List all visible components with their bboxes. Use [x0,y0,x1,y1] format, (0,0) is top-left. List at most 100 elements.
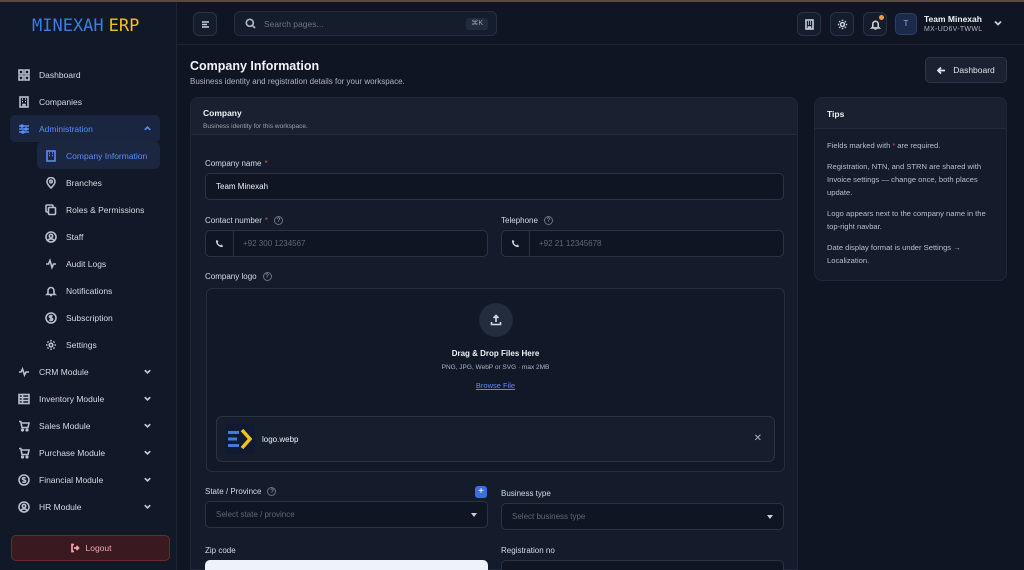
telephone-placeholder: +92 21 12345678 [539,239,602,248]
gear-icon [45,339,57,351]
sidebar-item-label: Inventory Module [39,393,105,404]
file-name: logo.webp [262,434,299,444]
help-icon[interactable]: ? [274,216,284,225]
coin-icon [45,311,57,324]
state-province-select[interactable]: Select state / province [205,501,488,528]
telephone-label: Telephone? [501,216,553,225]
sidebar-item-audit-logs[interactable]: Audit Logs [37,250,160,277]
business-type-label: Business type [501,489,551,498]
sidebar-item-administration[interactable]: Administration [10,115,160,142]
registration-no-input[interactable] [501,560,784,570]
uploaded-file-item: logo.webp ✕ [216,416,775,462]
sidebar-item-notifications[interactable]: Notifications [37,277,160,304]
tip-shared-settings: Registration, NTN, and STRN are shared w… [827,162,982,197]
chevron-down-icon [143,367,152,376]
chevron-down-icon [143,475,152,484]
cart-icon [18,447,30,459]
building-icon [18,95,30,108]
user-code: MX-UD6V-TWWL [924,26,983,33]
sidebar-item-companies[interactable]: Companies [10,88,160,115]
sidebar-item-label: Administration [39,123,93,134]
sidebar-item-roles-permissions[interactable]: Roles & Permissions [37,196,160,223]
business-type-select[interactable]: Select business type [501,503,784,530]
sidebar-item-staff[interactable]: Staff [37,223,160,250]
zip-code-input[interactable] [205,560,488,570]
required-mark: * [892,141,896,150]
sidebar-item-label: CRM Module [39,366,89,377]
logo-thumbnail [225,424,255,454]
sidebar-item-label: Roles & Permissions [66,204,145,215]
tip-text: are required. [897,141,941,150]
page-subtitle: Business identity and registration detai… [190,77,405,86]
company-switch-button[interactable] [797,12,821,36]
pin-icon [45,176,57,189]
sidebar-item-company-information[interactable]: Company Information [37,142,160,169]
sidebar-item-subscription[interactable]: Subscription [37,304,160,331]
copy-icon [45,203,57,216]
sidebar-item-settings[interactable]: Settings [37,331,160,358]
help-icon[interactable]: ? [267,487,277,496]
notifications-button[interactable] [863,12,887,36]
back-button-label: Dashboard [953,65,995,75]
user-menu[interactable]: T Team Minexah MX-UD6V-TWWL [895,11,1003,36]
tip-date-format: Date display format is under Settings → … [827,243,961,265]
chevron-up-icon [143,124,152,133]
theme-toggle-button[interactable] [830,12,854,36]
browse-file-link[interactable]: Browse File [207,381,784,390]
building-icon [804,18,814,30]
search-input[interactable]: Search pages... ⌘K [234,11,497,36]
sidebar-item-sales-module[interactable]: Sales Module [10,412,160,439]
sidebar-item-label: Company Information [66,150,148,161]
sidebar-item-purchase-module[interactable]: Purchase Module [10,439,160,466]
sidebar-item-label: Audit Logs [66,258,107,269]
brand-name: MINEXAH [32,16,104,36]
sidebar-item-crm-module[interactable]: CRM Module [10,358,160,385]
sidebar-item-label: Settings [66,339,97,350]
tip-logo: Logo appears next to the company name in… [827,209,986,231]
help-icon[interactable]: ? [262,272,272,281]
uploaded-files: logo.webp ✕ [206,406,785,472]
sidebar-item-label: Purchase Module [39,447,106,458]
chevron-down-icon [143,448,152,457]
caret-down-icon [767,515,773,519]
tip-required-fields: Fields marked with * are required. [827,139,994,152]
sidebar-item-inventory-module[interactable]: Inventory Module [10,385,160,412]
remove-file-icon[interactable]: ✕ [754,433,762,444]
sidebar-item-dashboard[interactable]: Dashboard [10,61,160,88]
company-card: Company Business identity for this works… [190,97,798,570]
logo-dropzone[interactable]: Drag & Drop Files Here PNG, JPG, WebP or… [206,288,785,406]
logout-button[interactable]: Logout [11,535,170,561]
sidebar-item-financial-module[interactable]: Financial Module [10,466,160,493]
search-shortcut-badge: ⌘K [466,18,488,30]
brand-logo[interactable]: MINEXAH ERP [32,16,139,36]
add-state-button[interactable]: + [475,486,487,498]
user-circle-icon [18,500,30,513]
table-icon [18,393,30,405]
arrow-left-icon [937,66,946,74]
search-icon [245,18,256,29]
sidebar-toggle-button[interactable] [193,12,217,36]
dropzone-hint: PNG, JPG, WebP or SVG · max 2MB [441,364,550,371]
page-title: Company Information [190,59,320,73]
tip-text: Fields marked with [827,141,891,150]
card-subtitle: Business identity for this workspace. [203,123,308,130]
administration-submenu: Company Information Branches Roles & Per… [10,142,160,358]
building-icon [45,149,57,162]
telephone-input[interactable]: +92 21 12345678 [501,230,784,257]
company-name-input[interactable]: Team Minexah [205,173,784,200]
sidebar-item-label: Dashboard [39,69,81,80]
contact-number-input[interactable]: +92 300 1234567 [205,230,488,257]
bell-icon [869,20,881,30]
sidebar-item-branches[interactable]: Branches [37,169,160,196]
label-text: Zip code [205,546,236,555]
cart-icon [18,420,30,432]
sidebar-item-hr-module[interactable]: HR Module [10,493,160,520]
label-text: Company logo [205,272,257,281]
sliders-icon [18,123,30,135]
help-icon[interactable]: ? [543,216,553,225]
label-text: Telephone [501,216,538,225]
back-to-dashboard-button[interactable]: Dashboard [925,57,1007,83]
required-mark: * [264,216,269,225]
user-name: Team Minexah [924,14,982,24]
registration-no-label: Registration no [501,546,555,555]
